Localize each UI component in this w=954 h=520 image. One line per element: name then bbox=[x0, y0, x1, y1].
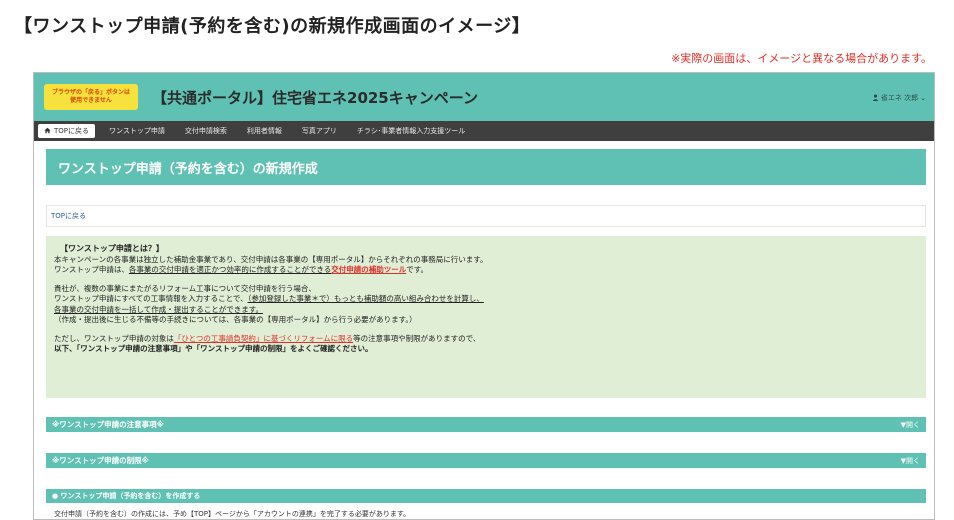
user-icon bbox=[872, 94, 879, 103]
home-icon bbox=[44, 127, 51, 136]
chevron-down-icon: ⌄ bbox=[920, 94, 926, 102]
nav-item-user-info[interactable]: 利用者情報 bbox=[247, 126, 282, 136]
info-line: ワンストップ申請は、各事業の交付申請を適正かつ効率的に作成することができる交付申… bbox=[54, 265, 428, 274]
info-line: 本キャンペーンの各事業は独立した補助金事業であり、交付申請は各事業の【専用ポータ… bbox=[54, 254, 488, 264]
user-menu[interactable]: 省エネ 次郎 ⌄ bbox=[872, 93, 926, 103]
create-section-header: ● ワンストップ申請（予約を含む）を作成する bbox=[46, 489, 926, 503]
page-title: ワンストップ申請（予約を含む）の新規作成 bbox=[58, 161, 318, 177]
create-section-note: 交付申請（予約を含む）の作成には、予め【TOP】ページから「アカウントの連携」を… bbox=[54, 510, 411, 518]
nav-top-button[interactable]: TOPに戻る bbox=[38, 124, 96, 138]
info-line: （作成・提出後に生じる不備等の手続きについては、各事業の【専用ポータル】から行う… bbox=[54, 315, 417, 324]
info-line: 貴社が、複数の事業にまたがるリフォーム工事について交付申請を行う場合、 bbox=[54, 283, 316, 293]
portal-title: 【共通ポータル】住宅省エネ2025キャンペーン bbox=[152, 88, 479, 107]
info-line: ワンストップ申請にすべての工事情報を入力することで、（参加登録した事業＊で）もっ… bbox=[54, 294, 484, 303]
accordion-notes-toggle[interactable]: ▼開く bbox=[901, 420, 920, 430]
nav-item-onestop[interactable]: ワンストップ申請 bbox=[109, 126, 165, 136]
info-line: ただし、ワンストップ申請の対象は「ひとつの工事請負契約」に基づくリフォームに限る… bbox=[54, 333, 481, 343]
create-section-label: ● ワンストップ申請（予約を含む）を作成する bbox=[52, 492, 201, 500]
disclaimer-note: ※実際の画面は、イメージと異なる場合があります。 bbox=[671, 52, 932, 65]
nav-item-flyer-tool[interactable]: チラシ･事業者情報入力支援ツール bbox=[357, 126, 465, 136]
accordion-notes-label: ※ワンストップ申請の注意事項※ bbox=[52, 420, 164, 429]
page-title-band: ワンストップ申請（予約を含む）の新規作成 bbox=[46, 149, 926, 185]
nav-item-photo-app[interactable]: 写真アプリ bbox=[302, 126, 337, 136]
assist-tool-link: 交付申請の補助ツール bbox=[331, 265, 407, 274]
info-line: 以下、「ワンストップ申請の注意事項」や「ワンストップ申請の制限」をよくご確認くだ… bbox=[54, 344, 373, 353]
main-navbar: TOPに戻る ワンストップ申請 交付申請検索 利用者情報 写真アプリ チラシ･事… bbox=[34, 121, 934, 141]
portal-header: ブラウザの「戻る」ボタンは 使用できません 【共通ポータル】住宅省エネ2025キ… bbox=[34, 73, 934, 121]
accordion-restrictions-toggle[interactable]: ▼開く bbox=[901, 456, 920, 466]
accordion-restrictions[interactable]: ※ワンストップ申請の制限※ ▼開く bbox=[46, 453, 926, 468]
accordion-restrictions-label: ※ワンストップ申請の制限※ bbox=[52, 456, 149, 465]
nav-item-application-search[interactable]: 交付申請検索 bbox=[185, 126, 227, 136]
info-line: 各事業の交付申請を一括して作成・提出することができます。 bbox=[54, 304, 264, 314]
breadcrumb: TOPに戻る bbox=[46, 205, 926, 227]
user-name: 省エネ 次郎 bbox=[880, 94, 919, 102]
screenshot-frame: ブラウザの「戻る」ボタンは 使用できません 【共通ポータル】住宅省エネ2025キ… bbox=[33, 72, 935, 520]
info-title: 【ワンストップ申請とは？】 bbox=[60, 244, 164, 253]
nav-top-label: TOPに戻る bbox=[54, 127, 90, 135]
back-button-warning-badge: ブラウザの「戻る」ボタンは 使用できません bbox=[44, 84, 138, 110]
page-heading: 【ワンストップ申請(予約を含む)の新規作成画面のイメージ】 bbox=[14, 16, 531, 37]
onestop-info-box: 【ワンストップ申請とは？】 本キャンペーンの各事業は独立した補助金事業であり、交… bbox=[46, 236, 926, 398]
top-link[interactable]: TOPに戻る bbox=[51, 211, 86, 221]
accordion-notes[interactable]: ※ワンストップ申請の注意事項※ ▼開く bbox=[46, 417, 926, 432]
